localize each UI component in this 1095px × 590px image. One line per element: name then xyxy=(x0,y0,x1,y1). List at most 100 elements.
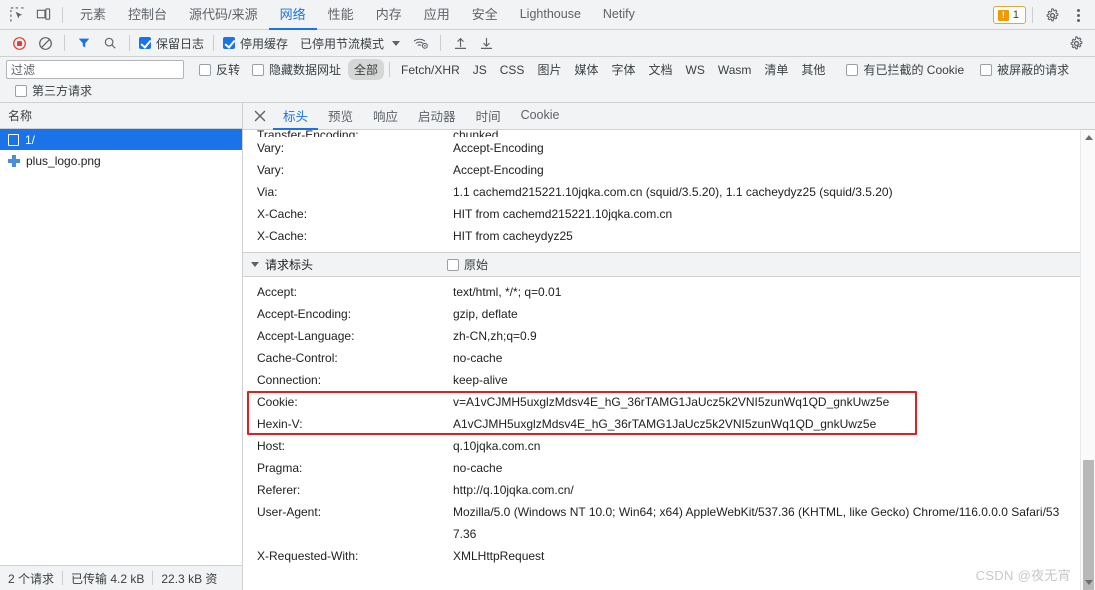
filter-type-fetch-xhr[interactable]: Fetch/XHR xyxy=(395,61,466,79)
header-key: Vary: xyxy=(257,163,285,177)
filter-input[interactable] xyxy=(6,60,184,79)
tab-netify[interactable]: Netify xyxy=(592,0,646,30)
resource-type-filters: 全部 Fetch/XHR JS CSS 图片 媒体 字体 文档 WS Wasm … xyxy=(348,59,831,80)
image-icon xyxy=(8,154,20,167)
record-stop-icon[interactable] xyxy=(6,31,32,55)
header-value: keep-alive xyxy=(453,373,508,387)
network-settings-gear-icon[interactable] xyxy=(1063,32,1089,56)
filter-type-img[interactable]: 图片 xyxy=(531,59,567,80)
tab-memory[interactable]: 内存 xyxy=(365,0,413,30)
blocked-cookies-label: 有已拦截的 Cookie xyxy=(863,63,965,77)
disable-cache-checkbox[interactable]: 停用缓存 xyxy=(220,35,291,52)
filter-type-media[interactable]: 媒体 xyxy=(568,59,604,80)
scroll-up-arrow[interactable] xyxy=(1081,130,1095,145)
tab-label: 控制台 xyxy=(128,7,168,22)
blocked-requests-checkbox[interactable]: 被屏蔽的请求 xyxy=(977,61,1072,78)
inspect-element-icon[interactable] xyxy=(4,3,30,27)
warning-count: 1 xyxy=(1012,9,1019,21)
search-icon[interactable] xyxy=(97,31,123,55)
checkbox-box xyxy=(846,63,859,76)
header-key: Cookie: xyxy=(257,395,298,409)
toolbar-divider xyxy=(213,35,215,51)
tab-sources[interactable]: 源代码/来源 xyxy=(178,0,269,30)
tab-timing[interactable]: 时间 xyxy=(466,103,511,130)
view-raw-checkbox[interactable]: 原始 xyxy=(447,256,488,273)
tab-label: Netify xyxy=(602,6,635,21)
filter-type-js[interactable]: JS xyxy=(467,61,493,79)
preserve-log-checkbox[interactable]: 保留日志 xyxy=(136,35,207,52)
request-name: plus_logo.png xyxy=(26,153,101,168)
request-row-2[interactable]: plus_logo.png xyxy=(0,150,242,171)
header-value: HIT from cacheydyz25 xyxy=(453,229,573,243)
third-party-checkbox[interactable]: 第三方请求 xyxy=(12,82,95,99)
invert-label: 反转 xyxy=(216,63,241,77)
header-row: Vary: Accept-Encoding xyxy=(243,159,1095,181)
tab-elements[interactable]: 元素 xyxy=(69,0,117,30)
filter-type-font[interactable]: 字体 xyxy=(605,59,641,80)
filter-type-ws[interactable]: WS xyxy=(680,61,711,79)
header-value: HIT from cachemd215221.10jqka.com.cn xyxy=(453,207,673,221)
tab-response[interactable]: 响应 xyxy=(363,103,408,130)
hide-data-urls-checkbox[interactable]: 隐藏数据网址 xyxy=(249,61,344,78)
invert-checkbox[interactable]: 反转 xyxy=(196,61,243,78)
request-headers-section-header[interactable]: 请求标头 原始 xyxy=(243,252,1095,277)
vertical-scrollbar[interactable] xyxy=(1080,130,1095,590)
clear-network-log-icon[interactable] xyxy=(32,31,58,55)
header-row: Vary: Accept-Encoding xyxy=(243,137,1095,159)
device-toolbar-icon[interactable] xyxy=(30,3,56,27)
tab-label: 安全 xyxy=(471,7,498,22)
network-main-area: 名称 1/ plus_logo.png 2 个请求 已传输 4.2 kB 22.… xyxy=(0,102,1095,590)
header-value: q.10jqka.com.cn xyxy=(453,439,541,453)
filter-type-manifest[interactable]: 清单 xyxy=(758,59,794,80)
throttling-label[interactable]: 已停用节流模式 xyxy=(300,35,384,52)
filter-type-label: Wasm xyxy=(717,62,752,77)
tab-security[interactable]: 安全 xyxy=(461,0,509,30)
header-value: Accept-Encoding xyxy=(453,163,544,177)
network-toolbar-right xyxy=(1063,30,1089,57)
header-row: Cache-Control: no-cache xyxy=(243,347,1095,369)
tab-application[interactable]: 应用 xyxy=(413,0,461,30)
filter-type-css[interactable]: CSS xyxy=(494,61,531,79)
import-har-icon[interactable] xyxy=(447,31,473,55)
filter-funnel-icon[interactable] xyxy=(71,31,97,55)
header-key: Hexin-V: xyxy=(257,417,303,431)
request-list[interactable]: 1/ plus_logo.png xyxy=(0,129,242,565)
filter-type-doc[interactable]: 文档 xyxy=(642,59,678,80)
tab-lighthouse[interactable]: Lighthouse xyxy=(509,0,592,30)
scroll-down-arrow[interactable] xyxy=(1081,575,1095,590)
warning-badge[interactable]: ! 1 xyxy=(992,6,1026,24)
kebab-menu-icon[interactable] xyxy=(1065,3,1091,27)
devtools-tabbar: 元素 控制台 源代码/来源 网络 性能 内存 应用 安全 Lighthouse … xyxy=(0,0,1095,30)
header-key: X-Cache: xyxy=(257,207,308,221)
filter-type-label: CSS xyxy=(499,62,525,77)
scrollbar-thumb[interactable] xyxy=(1083,460,1094,590)
tab-performance[interactable]: 性能 xyxy=(317,0,365,30)
third-party-label: 第三方请求 xyxy=(32,84,93,98)
tab-preview[interactable]: 预览 xyxy=(318,103,363,130)
tab-initiator[interactable]: 启动器 xyxy=(408,103,466,130)
gear-icon[interactable] xyxy=(1039,3,1065,27)
chevron-down-icon xyxy=(251,262,259,267)
filter-type-all[interactable]: 全部 xyxy=(348,59,385,80)
header-value: chunked xyxy=(453,130,499,137)
filter-type-other[interactable]: 其他 xyxy=(795,59,831,80)
preserve-log-label: 保留日志 xyxy=(156,36,205,51)
network-conditions-icon[interactable] xyxy=(408,31,434,55)
tab-cookies[interactable]: Cookie xyxy=(511,103,570,130)
detail-tab-label: 响应 xyxy=(373,109,399,124)
checkbox-box xyxy=(980,63,993,76)
header-value: XMLHttpRequest xyxy=(453,549,545,563)
header-key: X-Cache: xyxy=(257,229,308,243)
filter-type-wasm[interactable]: Wasm xyxy=(712,61,758,79)
tab-headers[interactable]: 标头 xyxy=(273,103,319,130)
checkbox-box xyxy=(199,63,211,76)
tab-network[interactable]: 网络 xyxy=(268,0,317,30)
tab-console[interactable]: 控制台 xyxy=(117,0,178,30)
network-status-bar: 2 个请求 已传输 4.2 kB 22.3 kB 资 xyxy=(0,565,242,590)
export-har-icon[interactable] xyxy=(473,31,499,55)
chevron-down-icon[interactable] xyxy=(392,40,401,46)
blocked-cookies-checkbox[interactable]: 有已拦截的 Cookie xyxy=(843,61,967,78)
close-icon[interactable] xyxy=(247,103,273,130)
header-value: text/html, */*; q=0.01 xyxy=(453,285,562,299)
request-row-1[interactable]: 1/ xyxy=(0,129,242,150)
